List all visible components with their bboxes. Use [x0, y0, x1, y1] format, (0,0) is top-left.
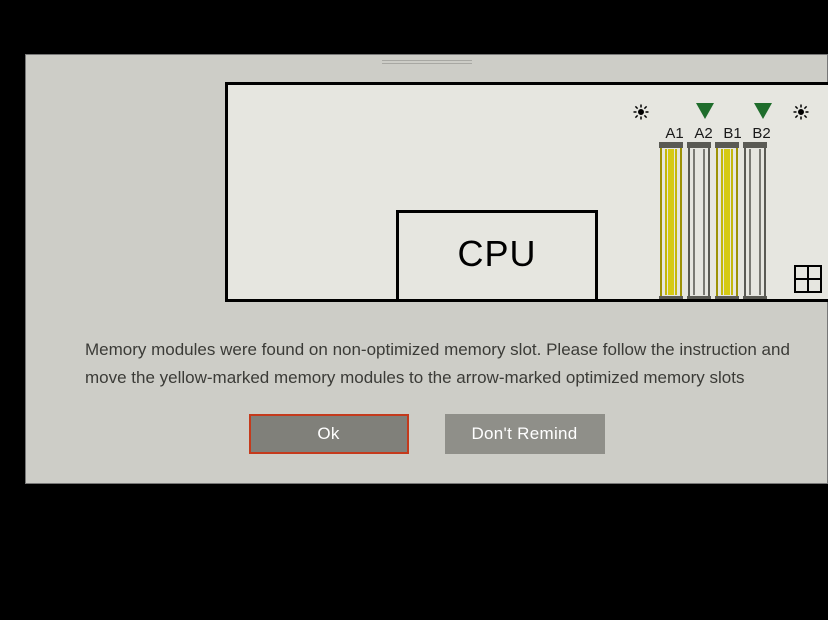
ok-button[interactable]: Ok: [249, 414, 409, 454]
cpu-box: CPU: [396, 210, 598, 302]
memory-warning-dialog: CPU A1 A2: [25, 54, 828, 484]
arrow-down-icon: [696, 103, 714, 119]
slot-label: A2: [689, 125, 718, 142]
button-row: Ok Don't Remind: [25, 414, 828, 454]
slot-labels: A1 A2 B1 B2: [660, 125, 776, 142]
dimm-slot-a1: [660, 143, 682, 301]
cpu-label: CPU: [457, 233, 536, 275]
dimm-slots: [660, 143, 766, 301]
arrow-down-icon: [754, 103, 772, 119]
motherboard-diagram: CPU A1 A2: [225, 82, 828, 302]
warning-message: Memory modules were found on non-optimiz…: [85, 336, 828, 392]
arrow-row: [660, 103, 776, 123]
dimm-slot-a2: [688, 143, 710, 301]
brightness-icon: [792, 103, 810, 121]
grid-icon: [794, 265, 822, 293]
window-grip-icon: [382, 60, 472, 66]
brightness-icon: [632, 103, 650, 121]
dont-remind-button[interactable]: Don't Remind: [445, 414, 605, 454]
slot-label: B1: [718, 125, 747, 142]
slot-label: A1: [660, 125, 689, 142]
dimm-slot-b2: [744, 143, 766, 301]
slot-label: B2: [747, 125, 776, 142]
dimm-slot-b1: [716, 143, 738, 301]
